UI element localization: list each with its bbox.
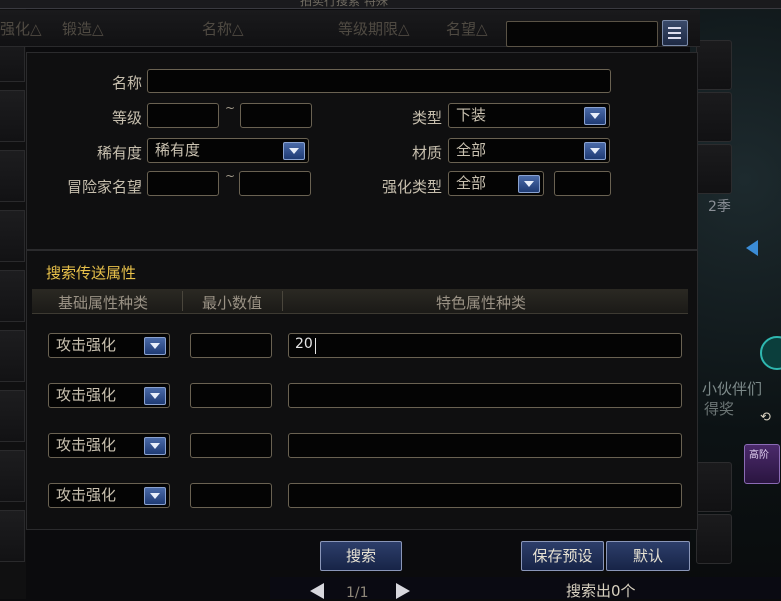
- header-divider: [282, 291, 283, 311]
- left-side-tab: [0, 330, 25, 382]
- left-side-tab: [0, 150, 25, 202]
- scene-arrow-icon: [746, 240, 758, 256]
- next-page-icon[interactable]: [396, 583, 410, 599]
- type-label: 类型: [411, 109, 442, 127]
- scene-companion-text: 小伙伴们: [702, 380, 763, 398]
- chevron-down-icon[interactable]: [144, 487, 166, 505]
- attr-special-input-1[interactable]: 20: [288, 333, 682, 358]
- chevron-down-icon[interactable]: [283, 142, 305, 160]
- name-label: 名称: [111, 74, 142, 92]
- item-skill-icon[interactable]: 高阶: [744, 444, 780, 484]
- search-button[interactable]: 搜索: [320, 541, 402, 571]
- column-name[interactable]: 名称△: [202, 18, 244, 39]
- scene-portal-icon: [760, 336, 781, 370]
- refresh-icon[interactable]: ⟲: [760, 410, 774, 425]
- attr-min-input-4[interactable]: [190, 483, 272, 508]
- attr-kind-select-4[interactable]: 攻击强化: [48, 483, 170, 508]
- scene-season-text: 2季: [708, 199, 731, 215]
- name-input[interactable]: [147, 69, 611, 93]
- renown-max-input[interactable]: [239, 171, 311, 196]
- material-select[interactable]: 全部: [448, 138, 610, 163]
- chevron-down-icon[interactable]: [584, 107, 606, 125]
- rarity-select-value: 稀有度: [155, 141, 201, 159]
- chevron-down-icon[interactable]: [144, 437, 166, 455]
- left-side-tab: [0, 510, 25, 562]
- left-side-tab: [0, 450, 25, 502]
- right-side-tab: [696, 514, 732, 564]
- attr-special-input-4[interactable]: [288, 483, 682, 508]
- level-max-input[interactable]: [240, 103, 312, 128]
- type-select[interactable]: 下装: [448, 103, 610, 128]
- renown-label: 冒险家名望: [66, 178, 142, 196]
- chevron-down-icon[interactable]: [144, 337, 166, 355]
- attr-kind-value: 攻击强化: [56, 336, 117, 354]
- advanced-search-menu-icon[interactable]: [662, 20, 688, 46]
- level-label: 等级: [111, 109, 142, 127]
- rarity-label: 稀有度: [96, 144, 142, 162]
- chevron-down-icon[interactable]: [584, 142, 606, 160]
- window-title-bar: 拍卖行搜索 特殊: [0, 0, 781, 9]
- header-divider: [182, 291, 183, 311]
- column-level-period[interactable]: 等级期限△: [338, 18, 410, 39]
- right-side-tab: [696, 40, 732, 90]
- type-select-value: 下装: [456, 106, 487, 124]
- renown-range-tilde: ~: [225, 169, 236, 183]
- attr-kind-select-2[interactable]: 攻击强化: [48, 383, 170, 408]
- attr-special-value: 20: [295, 336, 313, 352]
- attr-special-input-3[interactable]: [288, 433, 682, 458]
- left-side-tab: [0, 270, 25, 322]
- rarity-select[interactable]: 稀有度: [147, 138, 309, 163]
- enhance-value-input[interactable]: [554, 171, 611, 196]
- attr-min-input-2[interactable]: [190, 383, 272, 408]
- item-badge-label: 高阶: [749, 450, 769, 461]
- attr-min-input-1[interactable]: [190, 333, 272, 358]
- attr-kind-value: 攻击强化: [56, 386, 117, 404]
- left-side-tab: [0, 390, 25, 442]
- attr-kind-select-3[interactable]: 攻击强化: [48, 433, 170, 458]
- attr-kind-value: 攻击强化: [56, 436, 117, 454]
- column-forge[interactable]: 锻造△: [62, 18, 104, 39]
- enhance-type-select[interactable]: 全部: [448, 171, 544, 196]
- header-min-value: 最小数值: [202, 294, 263, 312]
- left-background: [0, 0, 26, 599]
- material-label: 材质: [411, 144, 442, 162]
- default-button[interactable]: 默认: [606, 541, 690, 571]
- search-result-count: 搜索出0个: [566, 582, 636, 600]
- enhance-type-label: 强化类型: [381, 178, 442, 196]
- left-side-tab: [0, 90, 25, 142]
- scene-obtain-text: 得奖: [704, 400, 735, 418]
- attr-kind-select-1[interactable]: 攻击强化: [48, 333, 170, 358]
- quick-search-input[interactable]: [506, 21, 658, 47]
- right-side-tab: [696, 92, 732, 142]
- enhance-type-select-value: 全部: [456, 174, 487, 192]
- chevron-down-icon[interactable]: [518, 175, 540, 193]
- window-title: 拍卖行搜索 特殊: [300, 0, 388, 8]
- attr-special-input-2[interactable]: [288, 383, 682, 408]
- level-range-tilde: ~: [225, 101, 236, 115]
- material-select-value: 全部: [456, 141, 487, 159]
- attr-kind-value: 攻击强化: [56, 486, 117, 504]
- save-preset-button[interactable]: 保存预设: [521, 541, 604, 571]
- header-special-kind: 特色属性种类: [436, 294, 527, 312]
- prev-page-icon[interactable]: [310, 583, 324, 599]
- column-renown[interactable]: 名望△: [446, 18, 488, 39]
- text-cursor: [315, 338, 316, 354]
- level-min-input[interactable]: [147, 103, 219, 128]
- attribute-table-header: 基础属性种类 最小数值 特色属性种类: [32, 289, 688, 314]
- chevron-down-icon[interactable]: [144, 387, 166, 405]
- left-side-tab: [0, 210, 25, 262]
- right-side-tab: [696, 144, 732, 194]
- right-side-tab: [696, 462, 732, 512]
- attribute-section-title: 搜索传送属性: [46, 264, 137, 282]
- renown-min-input[interactable]: [147, 171, 219, 196]
- attr-min-input-3[interactable]: [190, 433, 272, 458]
- header-base-kind: 基础属性种类: [58, 294, 149, 312]
- column-enhance[interactable]: 强化△: [0, 18, 42, 39]
